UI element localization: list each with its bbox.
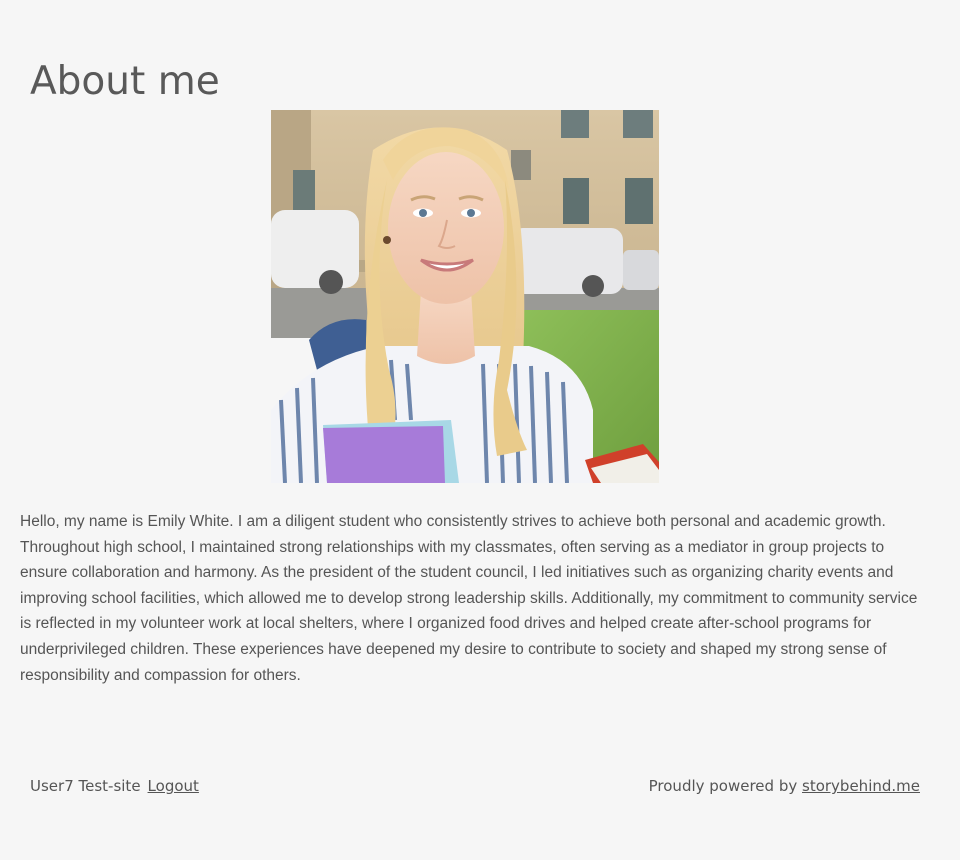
site-name: User7 Test-site	[30, 777, 141, 795]
storybehind-link[interactable]: storybehind.me	[802, 777, 920, 795]
logout-link[interactable]: Logout	[148, 777, 199, 795]
bio-text: Hello, my name is Emily White. I am a di…	[20, 513, 918, 684]
profile-photo	[271, 110, 659, 483]
footer-right: Proudly powered by storybehind.me	[649, 776, 920, 796]
page-title: About me	[30, 59, 220, 104]
footer-left: User7 Test-site Logout	[30, 776, 199, 796]
powered-by-text: Proudly powered by	[648, 777, 798, 795]
